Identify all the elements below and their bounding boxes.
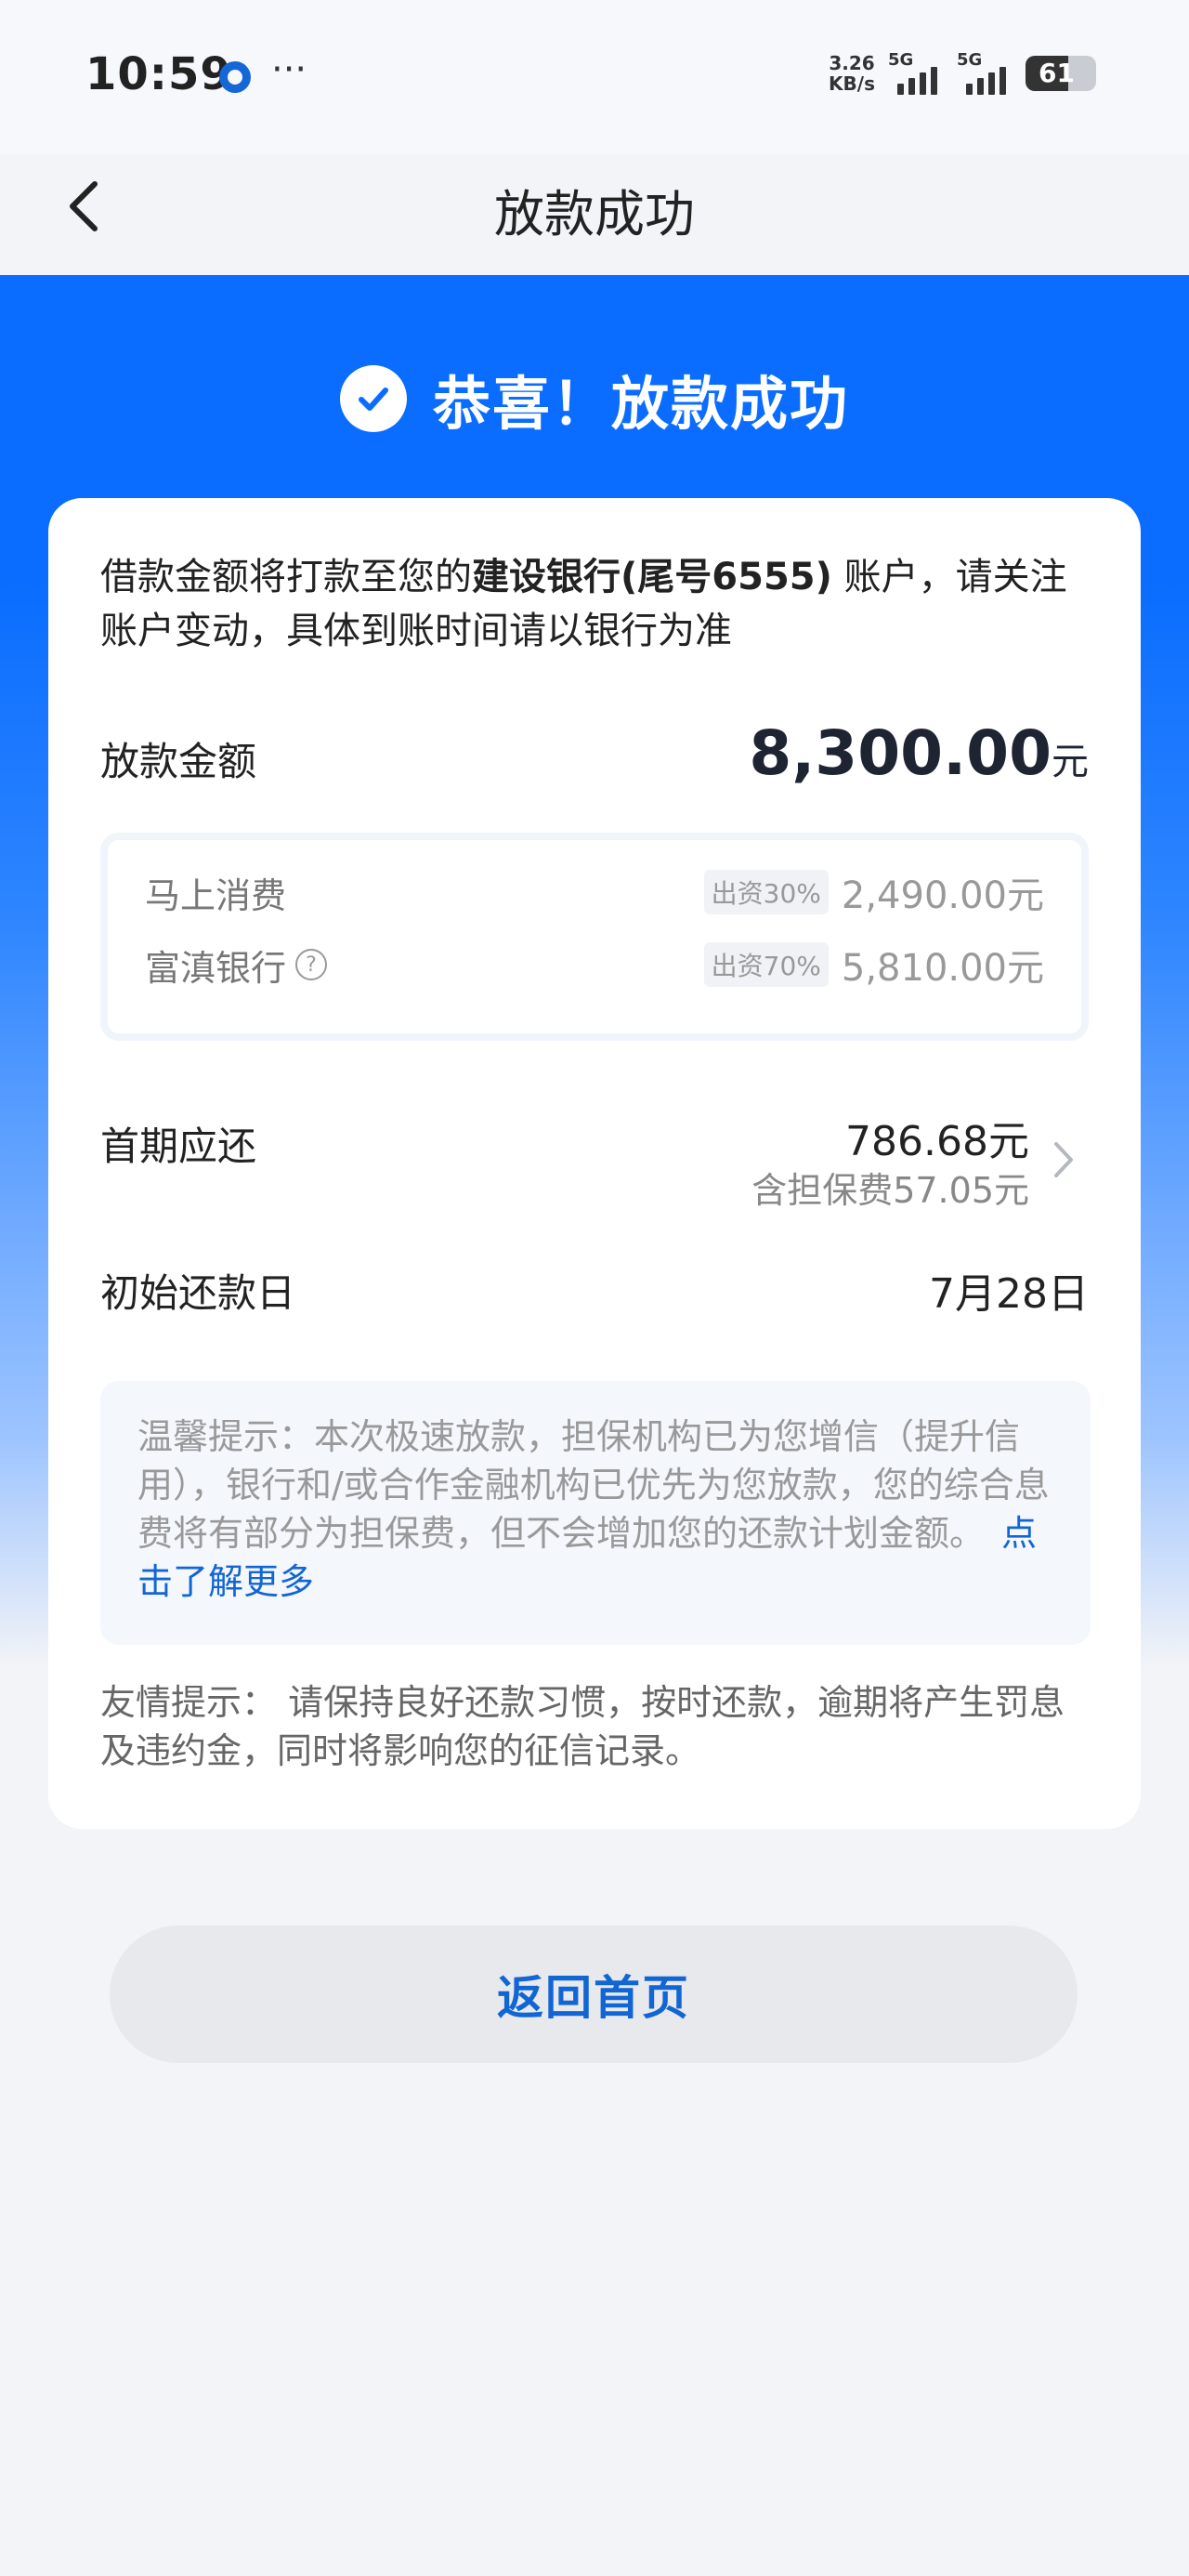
start-date-label: 初始还款日	[100, 1270, 296, 1316]
loan-amount-label: 放款金额	[100, 739, 257, 784]
start-date-value: 7月28日	[929, 1270, 1089, 1318]
loan-amount-value: 8,300.00	[749, 717, 1052, 789]
app-notification-icon	[219, 61, 251, 93]
notice-prefix: 借款金额将打款至您的	[100, 556, 472, 598]
loan-detail-card: 借款金额将打款至您的建设银行(尾号6555) 账户，请关注账户变动，具体到账时间…	[48, 498, 1141, 1829]
signal-icon: 5G	[888, 50, 944, 95]
first-payment-label: 首期应还	[100, 1124, 257, 1169]
guarantee-fee-note: 含担保费57.05元	[751, 1170, 1029, 1211]
battery-percent: 61	[1039, 58, 1075, 88]
notice-bank: 建设银行(尾号6555)	[472, 556, 832, 598]
question-circle-icon[interactable]: ?	[295, 949, 328, 980]
deposit-notice: 借款金额将打款至您的建设银行(尾号6555) 账户，请关注账户变动，具体到账时间…	[100, 550, 1094, 658]
chevron-right-icon[interactable]	[1052, 1139, 1076, 1180]
funder-share-badge: 出资70%	[703, 942, 829, 987]
warm-tip-box: 温馨提示：本次极速放款，担保机构已为您增信（提升信用），银行和/或合作金融机构已…	[100, 1381, 1091, 1645]
loan-amount: 8,300.00元	[749, 717, 1089, 789]
success-message: 恭喜！放款成功	[432, 370, 849, 438]
status-time: 10:59	[85, 48, 232, 100]
first-payment-amount[interactable]: 786.68元	[845, 1108, 1029, 1167]
return-home-button[interactable]: 返回首页	[110, 1925, 1078, 2063]
page-title: 放款成功	[494, 185, 695, 243]
funder-share-badge: 出资30%	[703, 870, 829, 914]
network-speed-value: 3.26	[829, 52, 875, 74]
check-circle-icon	[339, 365, 407, 432]
friendly-reminder: 友情提示： 请保持良好还款习惯，按时还款，逾期将产生罚息及违约金，同时将影响您的…	[100, 1682, 1065, 1771]
status-indicators: 3.26 KB/s 5G 5G 61	[829, 50, 1096, 95]
funder-row: 马上消费 出资30% 2,490.00元	[145, 864, 1044, 920]
funder-name: 富滇银行	[145, 947, 287, 989]
network-speed: 3.26 KB/s	[829, 53, 875, 94]
loan-amount-unit: 元	[1052, 741, 1089, 783]
funder-row: 富滇银行 ? 出资70% 5,810.00元	[145, 937, 1044, 992]
status-bar: 10:59 ··· 3.26 KB/s 5G 5G 61	[0, 0, 1189, 154]
success-banner: 恭喜！放款成功	[0, 357, 1189, 440]
battery-icon: 61	[1026, 56, 1096, 91]
warm-tip: 温馨提示：本次极速放款，担保机构已为您增信（提升信用），银行和/或合作金融机构已…	[137, 1413, 1057, 1606]
funder-name: 马上消费	[145, 874, 287, 916]
status-more-icon: ···	[271, 48, 307, 91]
funder-breakdown: 马上消费 出资30% 2,490.00元 富滇银行 ? 出资70% 5,810.…	[100, 833, 1089, 1041]
network-speed-unit: KB/s	[829, 72, 875, 95]
funder-amount: 5,810.00元	[841, 947, 1044, 990]
funder-amount: 2,490.00元	[841, 874, 1044, 917]
signal-icon: 5G	[957, 50, 1013, 95]
warm-tip-text: 温馨提示：本次极速放款，担保机构已为您增信（提升信用），银行和/或合作金融机构已…	[137, 1416, 1050, 1554]
